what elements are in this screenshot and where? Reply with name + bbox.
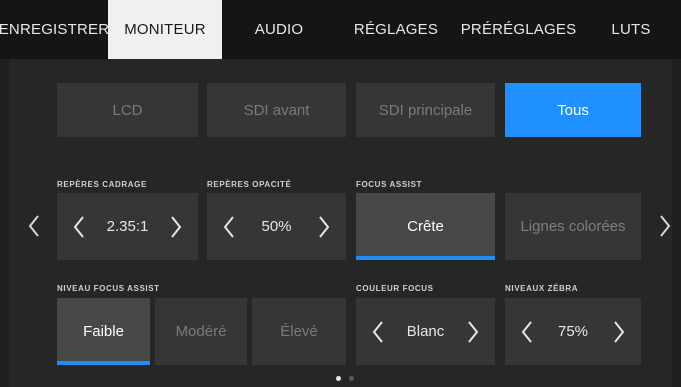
focus-assist-label: FOCUS ASSIST bbox=[356, 180, 423, 189]
focus-level-low-button[interactable]: Faible bbox=[57, 298, 150, 365]
previous-page-icon[interactable] bbox=[24, 211, 44, 241]
tab-enregistrer[interactable]: ENREGISTRER bbox=[0, 0, 109, 59]
tab-bar: ENREGISTRER MONITEUR AUDIO RÉGLAGES PRÉR… bbox=[0, 0, 681, 59]
focus-assist-peak-button[interactable]: Crête bbox=[356, 193, 495, 260]
chevron-right-icon[interactable] bbox=[607, 318, 631, 346]
output-sdi-front-button[interactable]: SDI avant bbox=[207, 83, 346, 137]
focus-level-medium-button[interactable]: Modéré bbox=[155, 298, 247, 365]
tab-reglages[interactable]: RÉGLAGES bbox=[336, 0, 456, 59]
focus-level-high-button[interactable]: Élevé bbox=[252, 298, 346, 365]
page-indicator bbox=[336, 376, 354, 381]
output-all-button[interactable]: Tous bbox=[505, 83, 641, 137]
output-sdi-main-button[interactable]: SDI principale bbox=[356, 83, 495, 137]
chevron-right-icon[interactable] bbox=[461, 318, 485, 346]
tab-audio[interactable]: AUDIO bbox=[222, 0, 336, 59]
next-page-icon[interactable] bbox=[655, 211, 675, 241]
output-lcd-button[interactable]: LCD bbox=[57, 83, 198, 137]
frame-guides-label: REPÈRES CADRAGE bbox=[57, 180, 147, 189]
chevron-left-icon[interactable] bbox=[366, 318, 390, 346]
focus-level-low-label: Faible bbox=[83, 323, 124, 340]
guide-opacity-value: 50% bbox=[261, 218, 292, 235]
zebra-levels-value: 75% bbox=[557, 323, 589, 340]
zebra-levels-label: NIVEAUX ZÉBRA bbox=[505, 284, 579, 293]
frame-guides-value: 2.35:1 bbox=[106, 218, 149, 235]
page-dot[interactable] bbox=[349, 376, 354, 381]
guide-opacity-stepper: 50% bbox=[207, 193, 346, 260]
tab-moniteur[interactable]: MONITEUR bbox=[108, 0, 222, 59]
focus-assist-peak-label: Crête bbox=[407, 218, 444, 235]
focus-level-label: NIVEAU FOCUS ASSIST bbox=[57, 284, 160, 293]
chevron-right-icon[interactable] bbox=[164, 213, 188, 241]
focus-color-value: Blanc bbox=[406, 323, 445, 340]
zebra-levels-stepper: 75% bbox=[505, 298, 641, 365]
tab-luts[interactable]: LUTS bbox=[581, 0, 681, 59]
tab-preréglages[interactable]: PRÉRÉGLAGES bbox=[456, 0, 581, 59]
chevron-left-icon[interactable] bbox=[67, 213, 91, 241]
chevron-right-icon[interactable] bbox=[312, 213, 336, 241]
selected-indicator bbox=[57, 361, 150, 365]
focus-color-stepper: Blanc bbox=[356, 298, 495, 365]
focus-color-label: COULEUR FOCUS bbox=[356, 284, 434, 293]
page-dot-current[interactable] bbox=[336, 376, 341, 381]
frame-guides-stepper: 2.35:1 bbox=[57, 193, 198, 260]
chevron-left-icon[interactable] bbox=[217, 213, 241, 241]
guide-opacity-label: REPÈRES OPACITÉ bbox=[207, 180, 292, 189]
focus-assist-colored-lines-button[interactable]: Lignes colorées bbox=[505, 193, 641, 260]
chevron-left-icon[interactable] bbox=[515, 318, 539, 346]
selected-indicator bbox=[356, 256, 495, 260]
